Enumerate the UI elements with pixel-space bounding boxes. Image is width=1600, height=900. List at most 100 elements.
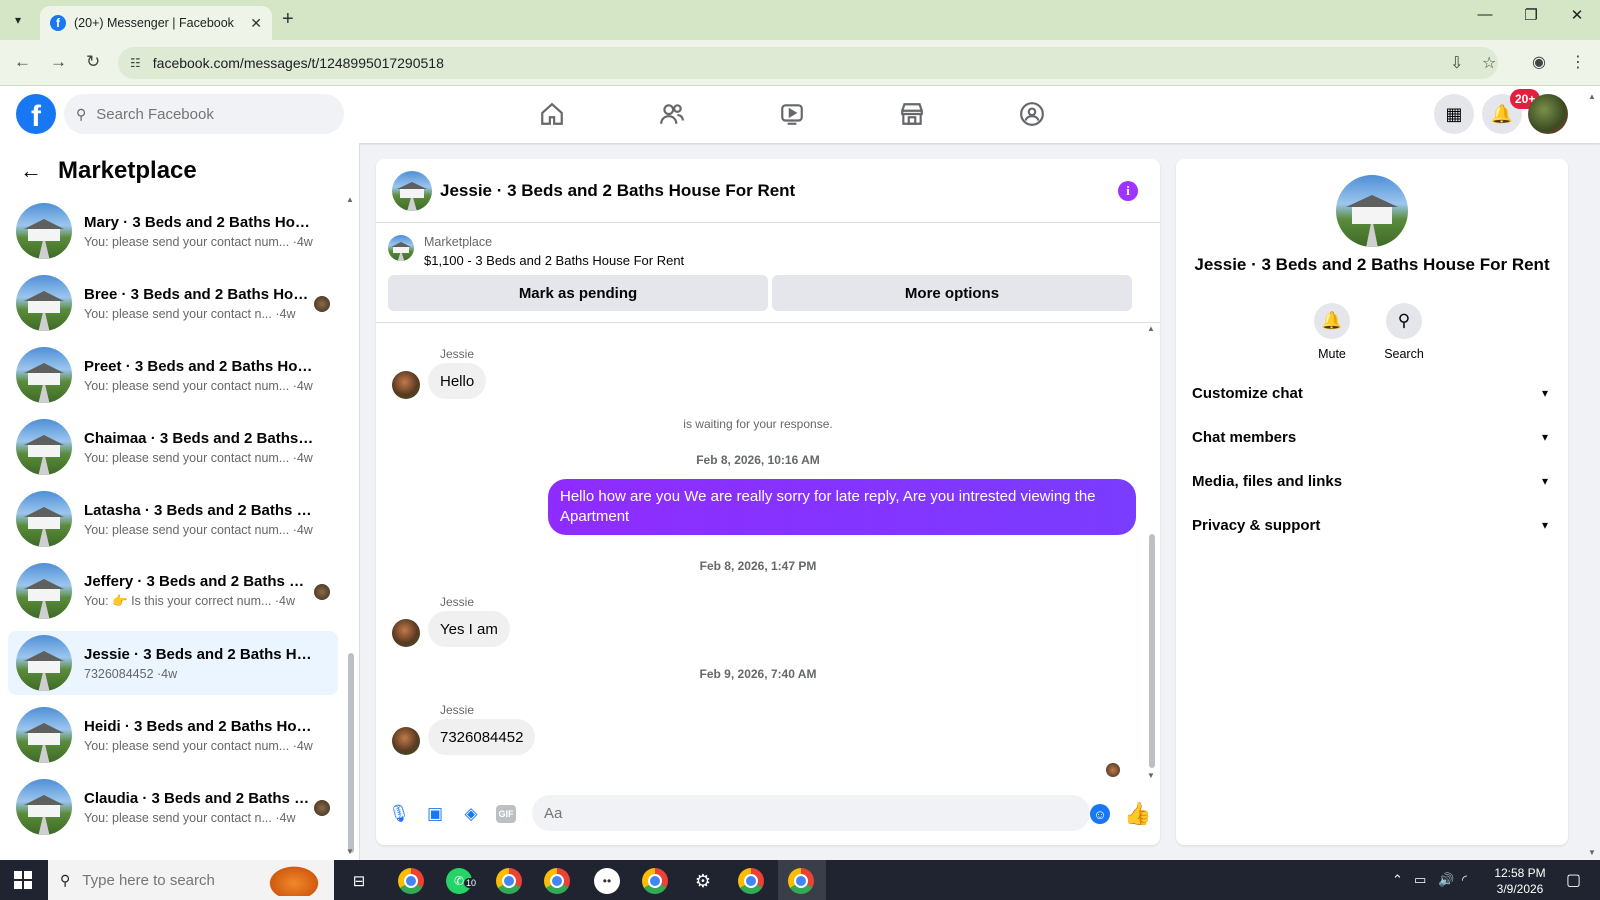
tab-close-icon[interactable]: ✕ xyxy=(250,15,262,32)
notification-center-icon[interactable]: ▢ xyxy=(1566,870,1581,890)
menu-grid-icon[interactable]: ▦ xyxy=(1434,94,1474,134)
reload-icon[interactable]: ↻ xyxy=(86,52,100,72)
facebook-search-input[interactable] xyxy=(96,105,317,123)
search-action[interactable]: ⚲ Search xyxy=(1374,303,1434,361)
media-files-links-row[interactable]: Media, files and links ▾ xyxy=(1192,461,1552,501)
browser-tab-messenger[interactable]: f (20+) Messenger | Facebook ✕ xyxy=(40,6,272,40)
search-icon[interactable]: ⚲ xyxy=(1386,303,1422,339)
omnibox[interactable]: ☷ facebook.com/messages/t/12489950172905… xyxy=(118,47,1498,79)
conversation-item[interactable]: Mary · 3 Beds and 2 Baths House For Rent… xyxy=(8,199,338,263)
conversation-info-icon[interactable]: i xyxy=(1118,181,1138,201)
scroll-down-icon[interactable]: ▼ xyxy=(346,847,354,856)
browser-menu-icon[interactable]: ⋮ xyxy=(1570,52,1586,72)
thread-scrollbar[interactable] xyxy=(1149,534,1155,768)
battery-icon[interactable]: ▭ xyxy=(1414,872,1426,888)
mute-action[interactable]: 🔔 Mute xyxy=(1302,303,1362,361)
sender-avatar[interactable] xyxy=(392,727,420,755)
profile-avatar[interactable] xyxy=(1528,94,1568,134)
privacy-support-row[interactable]: Privacy & support ▾ xyxy=(1192,505,1552,545)
window-close-icon[interactable]: ✕ xyxy=(1562,6,1592,24)
chat-members-row[interactable]: Chat members ▾ xyxy=(1192,417,1552,457)
back-arrow-icon[interactable]: ← xyxy=(14,52,31,72)
new-tab-plus-icon[interactable]: + xyxy=(282,8,294,31)
conversation-item[interactable]: Jeffery · 3 Beds and 2 Baths House For R… xyxy=(8,559,338,623)
conversation-preview: You: please send your contact num... ·4w xyxy=(84,378,313,393)
section-label: Media, files and links xyxy=(1192,472,1343,490)
listing-thumbnail[interactable] xyxy=(388,235,414,261)
app-taskbar-icon[interactable]: •• xyxy=(594,868,620,894)
chrome-taskbar-icon[interactable] xyxy=(544,868,570,894)
chrome-taskbar-icon[interactable] xyxy=(738,868,764,894)
search-highlight-fox-icon xyxy=(266,864,322,896)
volume-icon[interactable]: 🔊 xyxy=(1438,872,1454,888)
marketplace-chat-list: ← Marketplace ▲ Mary · 3 Beds and 2 Bath… xyxy=(0,143,360,860)
settings-gear-icon[interactable]: ⚙ xyxy=(690,868,716,894)
conversation-item[interactable]: Claudia · 3 Beds and 2 Baths House For R… xyxy=(8,775,338,839)
chevron-down-icon: ▾ xyxy=(1541,474,1548,488)
url-text[interactable]: facebook.com/messages/t/1248995017290518 xyxy=(153,55,444,71)
forward-arrow-icon[interactable]: → xyxy=(50,52,67,72)
chrome-active-taskbar-icon[interactable] xyxy=(788,868,814,894)
conversation-item-active[interactable]: Jessie · 3 Beds and 2 Baths House For Re… xyxy=(8,631,338,695)
chrome-taskbar-icon[interactable] xyxy=(398,868,424,894)
mark-as-pending-button[interactable]: Mark as pending xyxy=(388,275,768,311)
site-info-icon[interactable]: ☷ xyxy=(130,56,141,70)
conversation-preview: You: please send your contact n... ·4w xyxy=(84,810,296,825)
sender-avatar[interactable] xyxy=(392,619,420,647)
marketplace-nav-icon[interactable] xyxy=(892,96,932,132)
listing-thumbnail xyxy=(16,707,72,763)
chat-title[interactable]: Jessie · 3 Beds and 2 Baths House For Re… xyxy=(440,181,795,201)
facebook-header: f ⚲ ▦ 🔔 20+ xyxy=(0,86,1600,143)
browser-profile-icon[interactable]: ◉ xyxy=(1532,52,1546,72)
facebook-search-box[interactable]: ⚲ xyxy=(64,94,344,134)
groups-nav-icon[interactable] xyxy=(1012,96,1052,132)
conversation-preview: You: please send your contact num... ·4w xyxy=(84,234,313,249)
video-nav-icon[interactable] xyxy=(772,96,812,132)
chat-list-scrollbar[interactable] xyxy=(348,653,354,853)
scroll-up-icon[interactable]: ▲ xyxy=(346,195,354,204)
message-input[interactable] xyxy=(532,795,1090,831)
thumbs-up-icon[interactable]: 👍 xyxy=(1124,801,1151,827)
show-hidden-icons-chevron-icon[interactable]: ⌃ xyxy=(1392,872,1403,888)
sender-avatar[interactable] xyxy=(392,371,420,399)
conversation-item[interactable]: Bree · 3 Beds and 2 Baths House For Rent… xyxy=(8,271,338,335)
photo-attach-icon[interactable]: ▣ xyxy=(424,803,446,825)
windows-start-icon[interactable] xyxy=(14,871,32,889)
restore-icon[interactable]: ❐ xyxy=(1516,6,1546,24)
conversation-item[interactable]: Heidi · 3 Beds and 2 Baths House For Ren… xyxy=(8,703,338,767)
page-scroll-down-icon[interactable]: ▼ xyxy=(1588,848,1596,857)
conversation-item[interactable]: Chaimaa · 3 Beds and 2 Baths House For R… xyxy=(8,415,338,479)
friends-nav-icon[interactable] xyxy=(652,96,692,132)
conversation-item[interactable]: Latasha · 3 Beds and 2 Baths House For R… xyxy=(8,487,338,551)
chat-avatar-large[interactable] xyxy=(1336,175,1408,247)
chat-avatar[interactable] xyxy=(392,170,432,211)
install-app-icon[interactable]: ⇩ xyxy=(1450,53,1463,73)
conversation-name: Mary · 3 Beds and 2 Baths House For Rent xyxy=(84,213,314,231)
more-options-button[interactable]: More options xyxy=(772,275,1132,311)
back-arrow-icon[interactable]: ← xyxy=(20,158,42,184)
facebook-logo-icon[interactable]: f xyxy=(16,94,56,134)
listing-price-title[interactable]: $1,100 - 3 Beds and 2 Baths House For Re… xyxy=(424,253,684,268)
customize-chat-row[interactable]: Customize chat ▾ xyxy=(1192,373,1552,413)
emoji-icon[interactable]: ☺ xyxy=(1090,804,1110,824)
home-nav-icon[interactable] xyxy=(532,96,572,132)
tab-list-chevron-icon[interactable]: ▾ xyxy=(6,8,30,32)
page-scroll-up-icon[interactable]: ▲ xyxy=(1588,92,1596,101)
taskbar-search-box[interactable]: ⚲ xyxy=(48,860,334,900)
scroll-down-icon[interactable]: ▼ xyxy=(1147,771,1155,780)
task-view-icon[interactable]: ⊟ xyxy=(346,868,372,894)
sticker-icon[interactable]: ◈ xyxy=(460,803,482,825)
chrome-taskbar-icon[interactable] xyxy=(642,868,668,894)
taskbar-clock[interactable]: 12:58 PM 3/9/2026 xyxy=(1480,865,1560,897)
wifi-icon[interactable]: ◜ xyxy=(1462,872,1467,888)
gif-icon[interactable]: GIF xyxy=(496,805,516,823)
bookmark-star-icon[interactable]: ☆ xyxy=(1482,53,1496,73)
microphone-icon[interactable]: 🎙 xyxy=(388,803,410,825)
minimize-icon[interactable]: — xyxy=(1470,6,1500,23)
chrome-taskbar-icon[interactable] xyxy=(496,868,522,894)
scroll-up-icon[interactable]: ▲ xyxy=(1147,324,1155,333)
conversation-item[interactable]: Preet · 3 Beds and 2 Baths House For Ren… xyxy=(8,343,338,407)
bell-icon[interactable]: 🔔 xyxy=(1314,303,1350,339)
taskbar-search-input[interactable] xyxy=(82,871,243,889)
conversation-name: Jeffery · 3 Beds and 2 Baths House For R… xyxy=(84,573,314,590)
